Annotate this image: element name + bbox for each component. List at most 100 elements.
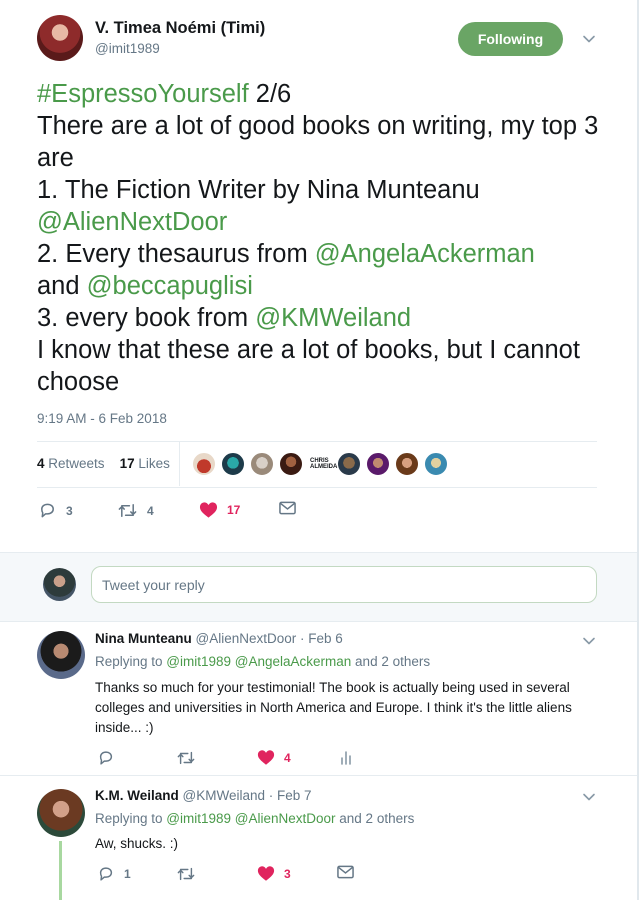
reply-icon xyxy=(99,751,113,765)
replying-mentions[interactable]: @imit1989 @AngelaAckerman xyxy=(166,654,351,669)
replying-to: Replying to @imit1989 @AngelaAckerman an… xyxy=(95,654,430,669)
envelope-icon xyxy=(337,865,354,879)
tweet-text-segment: I know that these are a lot of books, bu… xyxy=(37,336,580,396)
divider xyxy=(37,441,597,442)
analytics-icon xyxy=(341,751,351,765)
chevron-down-icon[interactable] xyxy=(582,32,596,46)
reply-date[interactable]: · Feb 6 xyxy=(296,631,343,646)
reply-actions: 1 3 xyxy=(0,865,637,887)
hashtag-link[interactable]: #EspressoYourself xyxy=(37,80,249,108)
tweet-text-segment: 1. The Fiction Writer by Nina Munteanu xyxy=(37,176,480,204)
liker-avatar[interactable] xyxy=(192,452,216,476)
tweet-actions: 3 4 17 xyxy=(0,501,637,523)
heart-icon xyxy=(199,502,218,518)
heart-icon xyxy=(257,866,275,881)
reply-icon xyxy=(41,503,54,518)
tweet-text: #EspressoYourself 2/6 There are a lot of … xyxy=(37,78,607,398)
reply-action[interactable] xyxy=(97,749,124,767)
tweet-text-segment: 3. every book from xyxy=(37,304,256,332)
reply-icon xyxy=(99,867,113,881)
reply-actions: 4 xyxy=(0,749,637,771)
like-count: 17 xyxy=(227,503,241,517)
reply-action[interactable]: 1 xyxy=(97,865,131,883)
reply-action[interactable]: 3 xyxy=(38,501,73,520)
chevron-down-icon[interactable] xyxy=(582,790,596,804)
message-action[interactable] xyxy=(337,865,354,879)
mention-link[interactable]: @AngelaAckerman xyxy=(315,240,535,268)
liker-avatar[interactable]: CHRIS ALMEIDA xyxy=(308,452,337,476)
reply-composer xyxy=(0,552,637,622)
like-action[interactable]: 17 xyxy=(199,501,240,519)
like-action[interactable]: 3 xyxy=(257,865,291,882)
reply-text: Aw, shucks. :) xyxy=(95,836,179,851)
analytics-action[interactable] xyxy=(339,749,353,765)
retweet-action[interactable] xyxy=(176,865,205,883)
mention-link[interactable]: @AlienNextDoor xyxy=(37,208,227,236)
author-avatar[interactable] xyxy=(37,15,83,61)
tweet-text-segment: There are a lot of good books on writing… xyxy=(37,112,599,172)
replying-to: Replying to @imit1989 @AlienNextDoor and… xyxy=(95,811,414,826)
reply-tweet[interactable]: Nina Munteanu @AlienNextDoor · Feb 6 Rep… xyxy=(0,622,637,776)
reply-author-name[interactable]: Nina Munteanu xyxy=(95,631,192,646)
like-action[interactable]: 4 xyxy=(257,749,291,766)
tweet-text-segment: and xyxy=(37,272,87,300)
retweet-action[interactable] xyxy=(176,749,205,767)
reply-author-name[interactable]: K.M. Weiland xyxy=(95,788,179,803)
liker-avatar[interactable] xyxy=(221,452,245,476)
chevron-down-icon[interactable] xyxy=(582,634,596,648)
stats-separator xyxy=(179,442,180,486)
replying-label: Replying to xyxy=(95,654,167,669)
retweet-action[interactable]: 4 xyxy=(117,501,154,520)
retweets-stat[interactable]: 4 Retweets xyxy=(37,456,105,471)
likes-stat[interactable]: 17 Likes xyxy=(120,456,170,471)
tweet-stats: 4 Retweets 17 Likes xyxy=(37,456,170,471)
liker-avatar[interactable] xyxy=(337,452,361,476)
replying-mentions[interactable]: @imit1989 @AlienNextDoor xyxy=(166,811,335,826)
reply-header: Nina Munteanu @AlienNextDoor · Feb 6 xyxy=(95,631,343,646)
reply-count: 1 xyxy=(124,867,131,881)
retweets-count: 4 xyxy=(37,456,45,471)
author-name[interactable]: V. Timea Noémi (Timi) xyxy=(95,19,265,38)
likes-count: 17 xyxy=(119,456,135,471)
reply-count: 3 xyxy=(66,503,73,518)
replying-rest[interactable]: and 2 others xyxy=(336,811,414,826)
reply-author-handle[interactable]: @KMWeiland xyxy=(183,788,265,803)
mention-link[interactable]: @beccapuglisi xyxy=(87,272,253,300)
envelope-icon xyxy=(279,501,296,515)
replying-rest[interactable]: and 2 others xyxy=(351,654,430,669)
like-count: 3 xyxy=(284,866,291,881)
retweet-icon xyxy=(118,504,137,517)
retweet-icon xyxy=(177,751,195,765)
liker-avatar[interactable] xyxy=(366,452,390,476)
tweet-page: V. Timea Noémi (Timi) @imit1989 Followin… xyxy=(0,0,639,900)
tweet-text-segment: 2. Every thesaurus from xyxy=(37,240,315,268)
retweet-icon xyxy=(177,867,195,881)
tweet-timestamp[interactable]: 9:19 AM - 6 Feb 2018 xyxy=(37,411,167,426)
liker-avatar[interactable] xyxy=(250,452,274,476)
message-action[interactable] xyxy=(279,501,296,515)
reply-avatar[interactable] xyxy=(37,631,85,679)
reply-avatar[interactable] xyxy=(37,789,85,837)
retweet-count: 4 xyxy=(147,503,154,518)
author-handle[interactable]: @imit1989 xyxy=(95,41,160,56)
tweet-reply-input[interactable] xyxy=(91,566,597,603)
likes-label: Likes xyxy=(138,456,170,471)
reply-tweet[interactable]: K.M. Weiland @KMWeiland · Feb 7 Replying… xyxy=(0,776,637,900)
liker-avatar-text: CHRIS ALMEIDA xyxy=(310,458,338,470)
tweet-text-segment: 2/6 xyxy=(248,80,292,108)
reply-header: K.M. Weiland @KMWeiland · Feb 7 xyxy=(95,788,312,803)
liker-avatar[interactable] xyxy=(279,452,303,476)
user-avatar[interactable] xyxy=(43,568,76,601)
main-tweet: V. Timea Noémi (Timi) @imit1989 Followin… xyxy=(0,0,637,552)
retweets-label: Retweets xyxy=(48,456,105,471)
heart-icon xyxy=(257,750,275,765)
liker-avatar[interactable] xyxy=(424,452,448,476)
divider xyxy=(37,487,597,488)
reply-author-handle[interactable]: @AlienNextDoor xyxy=(196,631,297,646)
reply-date[interactable]: · Feb 7 xyxy=(265,788,312,803)
reply-text: Thanks so much for your testimonial! The… xyxy=(95,680,572,735)
following-button[interactable]: Following xyxy=(458,22,563,56)
mention-link[interactable]: @KMWeiland xyxy=(255,304,411,332)
liker-avatar[interactable] xyxy=(395,452,419,476)
replying-label: Replying to xyxy=(95,811,167,826)
